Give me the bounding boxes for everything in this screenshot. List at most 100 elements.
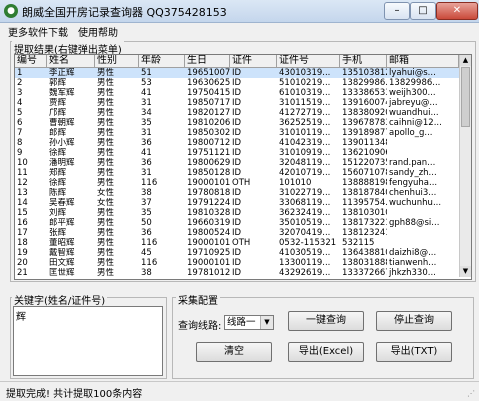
cell-age: 31 xyxy=(141,128,152,138)
table-row[interactable]: 13 陈辉 女性 38 19780818ID 31022719... 13818784037… xyxy=(15,188,459,198)
table-row[interactable]: 4 贾辉 男性 31 19850717ID 31011519... 13916007439j… xyxy=(15,98,459,108)
cell-name: 陈辉 xyxy=(49,188,67,198)
cell-email: gph88@si... xyxy=(389,218,440,228)
scroll-thumb[interactable] xyxy=(461,67,470,127)
status-text: 提取完成! 共计提取100条内容 xyxy=(6,389,143,400)
clear-button[interactable]: 清空 xyxy=(196,342,272,362)
cell-no: 18 xyxy=(17,238,28,248)
cell-name: 郎平辉 xyxy=(49,218,75,228)
cell-gender: 男性 xyxy=(97,68,115,78)
cell-birthday: 19791224 xyxy=(187,198,230,208)
table-row[interactable]: 15 刘辉 男性 35 19810328ID 36232419... 13810301028 xyxy=(15,208,459,218)
cell-phone: 13888819814 xyxy=(342,178,387,188)
cell-birthday: 19800712 xyxy=(187,138,230,148)
maximize-button[interactable]: □ xyxy=(410,2,436,20)
cell-phone: 15607107868 xyxy=(342,168,387,178)
config-group-label: 采集配置 xyxy=(176,292,220,307)
cell-no: 7 xyxy=(17,128,23,138)
table-row[interactable]: 1 李正辉 男性 51 19651007ID 43010319... 13510381278… xyxy=(15,68,459,78)
cell-id-type: ID xyxy=(232,138,242,148)
cell-phone: 13918987742 xyxy=(342,128,387,138)
header-col-id-type[interactable]: 证件 xyxy=(230,55,277,67)
cell-age: 37 xyxy=(141,198,152,208)
keyword-input[interactable]: 辉 xyxy=(13,306,163,376)
cell-no: 20 xyxy=(17,258,28,268)
cell-id-type: ID xyxy=(232,128,242,138)
cell-birthday: 19810206 xyxy=(187,118,230,128)
table-row[interactable]: 2 郭辉 男性 53 19630625ID 51010219... 13829986...1… xyxy=(15,78,459,88)
table-row[interactable]: 6 曹朝辉 男性 35 19810206ID 36252519... 13967878376… xyxy=(15,118,459,128)
table-row[interactable]: 21 匡世辉 男性 38 19781012ID 43292619... 1333726679… xyxy=(15,268,459,278)
table-row[interactable]: 5 邝辉 男性 34 19820127ID 41272719... 13838092073w… xyxy=(15,108,459,118)
resize-grip-icon[interactable]: ⋰ xyxy=(467,389,477,399)
cell-gender: 男性 xyxy=(97,148,115,158)
cell-id-number: 36232419... xyxy=(279,208,331,218)
table-row[interactable]: 19 戴智辉 男性 45 19710925ID 41030519... 1364388100… xyxy=(15,248,459,258)
header-col-name[interactable]: 姓名 xyxy=(47,55,95,67)
scroll-up-icon[interactable]: ▲ xyxy=(460,55,471,66)
route-select[interactable]: 线路一 ▼ xyxy=(224,315,274,330)
cell-birthday: 19000101 xyxy=(187,258,230,268)
cell-id-type: ID xyxy=(232,108,242,118)
close-button[interactable]: ✕ xyxy=(436,2,478,20)
menu-help[interactable]: 使用帮助 xyxy=(78,24,118,39)
cell-id-type: ID xyxy=(232,158,242,168)
menu-more-software[interactable]: 更多软件下载 xyxy=(8,24,68,39)
header-col-email[interactable]: 邮箱 xyxy=(387,55,459,67)
cell-id-number: 33068119... xyxy=(279,198,331,208)
cell-gender: 男性 xyxy=(97,218,115,228)
table-row[interactable]: 11 郑辉 男性 31 19850128ID 42010719... 15607107868… xyxy=(15,168,459,178)
table-row[interactable]: 9 徐辉 男性 41 19751121ID 31010919... 13621090638 xyxy=(15,148,459,158)
cell-id-type: ID xyxy=(232,98,242,108)
table-row[interactable]: 8 孙小辉 男性 36 19800712ID 41042319... 13901134812 xyxy=(15,138,459,148)
cell-email: fengyuha... xyxy=(389,178,438,188)
table-row[interactable]: 16 郎平辉 男性 50 19660319ID 35010519... 1381732215… xyxy=(15,218,459,228)
header-col-id-number[interactable]: 证件号 xyxy=(277,55,340,67)
minimize-button[interactable]: – xyxy=(384,2,410,20)
cell-birthday: 19630625 xyxy=(187,78,230,88)
vertical-scrollbar[interactable]: ▲ ▼ xyxy=(459,55,471,277)
results-table[interactable]: 编号 姓名 性别 年龄 生日 证件 证件号 手机 邮箱 1 李正辉 男性 51 19651007 ID 43… xyxy=(14,54,472,280)
table-row[interactable]: 10 潘明辉 男性 36 19800629ID 32048119... 1512207356… xyxy=(15,158,459,168)
chevron-down-icon[interactable]: ▼ xyxy=(260,316,273,329)
cell-no: 14 xyxy=(17,198,28,208)
scroll-down-icon[interactable]: ▼ xyxy=(460,266,471,277)
table-row[interactable]: 18 董昭辉 男性 116 19000101 OTH 0532-115321 532115 xyxy=(15,238,459,248)
cell-no: 15 xyxy=(17,208,28,218)
stop-button[interactable]: 停止查询 xyxy=(376,311,452,331)
table-row[interactable]: 14 吴春辉 女性 37 19791224ID 33068119... 11395754..… xyxy=(15,198,459,208)
cell-name: 邝辉 xyxy=(49,108,67,118)
cell-age: 116 xyxy=(141,238,158,248)
cell-id-number: 13300119... xyxy=(279,258,331,268)
export-txt-button[interactable]: 导出(TXT) xyxy=(376,342,452,362)
cell-email: chenhui3... xyxy=(389,188,437,198)
cell-id-number: 41030519... xyxy=(279,248,331,258)
header-col-no[interactable]: 编号 xyxy=(15,55,47,67)
header-col-birthday[interactable]: 生日 xyxy=(185,55,230,67)
table-row[interactable]: 20 田文辉 男性 116 19000101ID 13300119... 138031888… xyxy=(15,258,459,268)
cell-id-type: ID xyxy=(232,148,242,158)
cell-email: daizhi8@... xyxy=(389,248,437,258)
cell-name: 徐辉 xyxy=(49,178,67,188)
export-excel-button[interactable]: 导出(Excel) xyxy=(288,342,364,362)
table-row[interactable]: 17 张辉 男性 36 19800524ID 32070419... 13812324123 xyxy=(15,228,459,238)
table-row[interactable]: 7 郎辉 男性 31 19850302ID 31010119... 13918987742a… xyxy=(15,128,459,138)
header-col-phone[interactable]: 手机 xyxy=(340,55,387,67)
table-row[interactable]: 3 魏军辉 男性 41 19750415ID 61010319... 13338653385… xyxy=(15,88,459,98)
cell-email: jhkzh330... xyxy=(389,268,436,278)
cell-birthday: 19750415 xyxy=(187,88,230,98)
cell-phone: 13812324123 xyxy=(342,228,387,238)
cell-age: 53 xyxy=(141,78,152,88)
cell-birthday: 19000101 xyxy=(187,178,230,188)
cell-name: 吴春辉 xyxy=(49,198,75,208)
cell-email: tianwenh... xyxy=(389,258,437,268)
table-row[interactable]: 12 徐辉 男性 116 19000101OTH 101010 13888819814fen… xyxy=(15,178,459,188)
header-col-gender[interactable]: 性别 xyxy=(95,55,139,67)
cell-id-type: ID xyxy=(232,228,242,238)
cell-id-number: 42010719... xyxy=(279,168,331,178)
query-button[interactable]: 一键查询 xyxy=(288,311,364,331)
cell-id-number: 51010219... xyxy=(279,78,331,88)
cell-age: 45 xyxy=(141,248,152,258)
cell-email: weijh300... xyxy=(389,88,436,98)
header-col-age[interactable]: 年龄 xyxy=(139,55,185,67)
